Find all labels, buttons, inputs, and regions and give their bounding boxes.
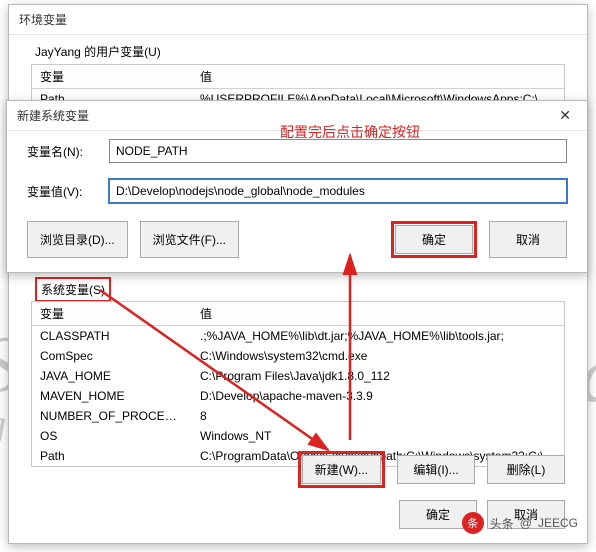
edit-button[interactable]: 编辑(I)... (397, 455, 475, 484)
cell-val: C:\Program Files\Java\jdk1.8.0_112 (192, 366, 564, 386)
dialog-button-bar: 浏览目录(D)... 浏览文件(F)... 确定 取消 (7, 211, 587, 272)
table-row[interactable]: JAVA_HOMEC:\Program Files\Java\jdk1.8.0_… (32, 366, 564, 386)
cell-var: NUMBER_OF_PROCESSORS (32, 406, 192, 426)
system-vars-table[interactable]: 变量 值 CLASSPATH.;%JAVA_HOME%\lib\dt.jar;%… (31, 301, 565, 467)
delete-button[interactable]: 删除(L) (487, 455, 565, 484)
col-variable: 变量 (32, 65, 192, 88)
cell-var: JAVA_HOME (32, 366, 192, 386)
system-vars-label-highlight: 系统变量(S) (35, 277, 111, 302)
watermark-avatar-icon: 条 (462, 512, 484, 534)
col-variable: 变量 (32, 302, 192, 325)
system-vars-buttons: 新建(W)... 编辑(I)... 删除(L) (298, 451, 565, 488)
table-header: 变量 值 (32, 65, 564, 89)
var-name-label: 变量名(N): (27, 143, 99, 160)
ok-button[interactable]: 确定 (395, 225, 473, 254)
cell-var: ComSpec (32, 346, 192, 366)
var-value-row: 变量值(V): (7, 171, 587, 211)
table-row[interactable]: NUMBER_OF_PROCESSORS8 (32, 406, 564, 426)
close-icon[interactable]: ✕ (553, 107, 577, 124)
cell-val: .;%JAVA_HOME%\lib\dt.jar;%JAVA_HOME%\lib… (192, 326, 564, 346)
table-header: 变量 值 (32, 302, 564, 326)
table-row[interactable]: CLASSPATH.;%JAVA_HOME%\lib\dt.jar;%JAVA_… (32, 326, 564, 346)
table-row[interactable]: ComSpecC:\Windows\system32\cmd.exe (32, 346, 564, 366)
dialog-title: 新建系统变量 (17, 107, 89, 124)
background-glyph: g (0, 400, 6, 447)
spacer (251, 221, 379, 258)
col-value: 值 (192, 302, 564, 325)
table-row[interactable]: OSWindows_NT (32, 426, 564, 446)
ok-button-highlight: 确定 (391, 221, 477, 258)
annotation-hint: 配置完后点击确定按钮 (280, 122, 420, 142)
window-title: 环境变量 (9, 5, 587, 35)
new-button[interactable]: 新建(W)... (302, 455, 381, 484)
cell-val: Windows_NT (192, 426, 564, 446)
env-vars-window: 环境变量 JayYang 的用户变量(U) 变量 值 Path %USERPRO… (8, 4, 588, 544)
browse-file-button[interactable]: 浏览文件(F)... (140, 221, 239, 258)
system-vars-label: 系统变量(S) (41, 283, 105, 297)
cell-var: Path (32, 446, 192, 466)
var-value-label: 变量值(V): (27, 183, 99, 200)
watermark: 条 头条 @ JEECG (462, 512, 578, 534)
user-vars-label: JayYang 的用户变量(U) (9, 35, 587, 64)
cancel-button[interactable]: 取消 (489, 221, 567, 258)
cell-var: MAVEN_HOME (32, 386, 192, 406)
cell-val: 8 (192, 406, 564, 426)
new-button-highlight: 新建(W)... (298, 451, 385, 488)
var-name-input[interactable] (109, 139, 567, 163)
browse-dir-button[interactable]: 浏览目录(D)... (27, 221, 128, 258)
watermark-prefix: 头条 (490, 515, 514, 532)
var-value-input[interactable] (109, 179, 567, 203)
cell-val: D:\Develop\apache-maven-3.3.9 (192, 386, 564, 406)
table-row[interactable]: MAVEN_HOMED:\Develop\apache-maven-3.3.9 (32, 386, 564, 406)
cell-var: OS (32, 426, 192, 446)
watermark-name: JEECG (538, 516, 578, 530)
col-value: 值 (192, 65, 564, 88)
cell-val: C:\Windows\system32\cmd.exe (192, 346, 564, 366)
cell-var: CLASSPATH (32, 326, 192, 346)
watermark-at: @ (520, 516, 532, 530)
